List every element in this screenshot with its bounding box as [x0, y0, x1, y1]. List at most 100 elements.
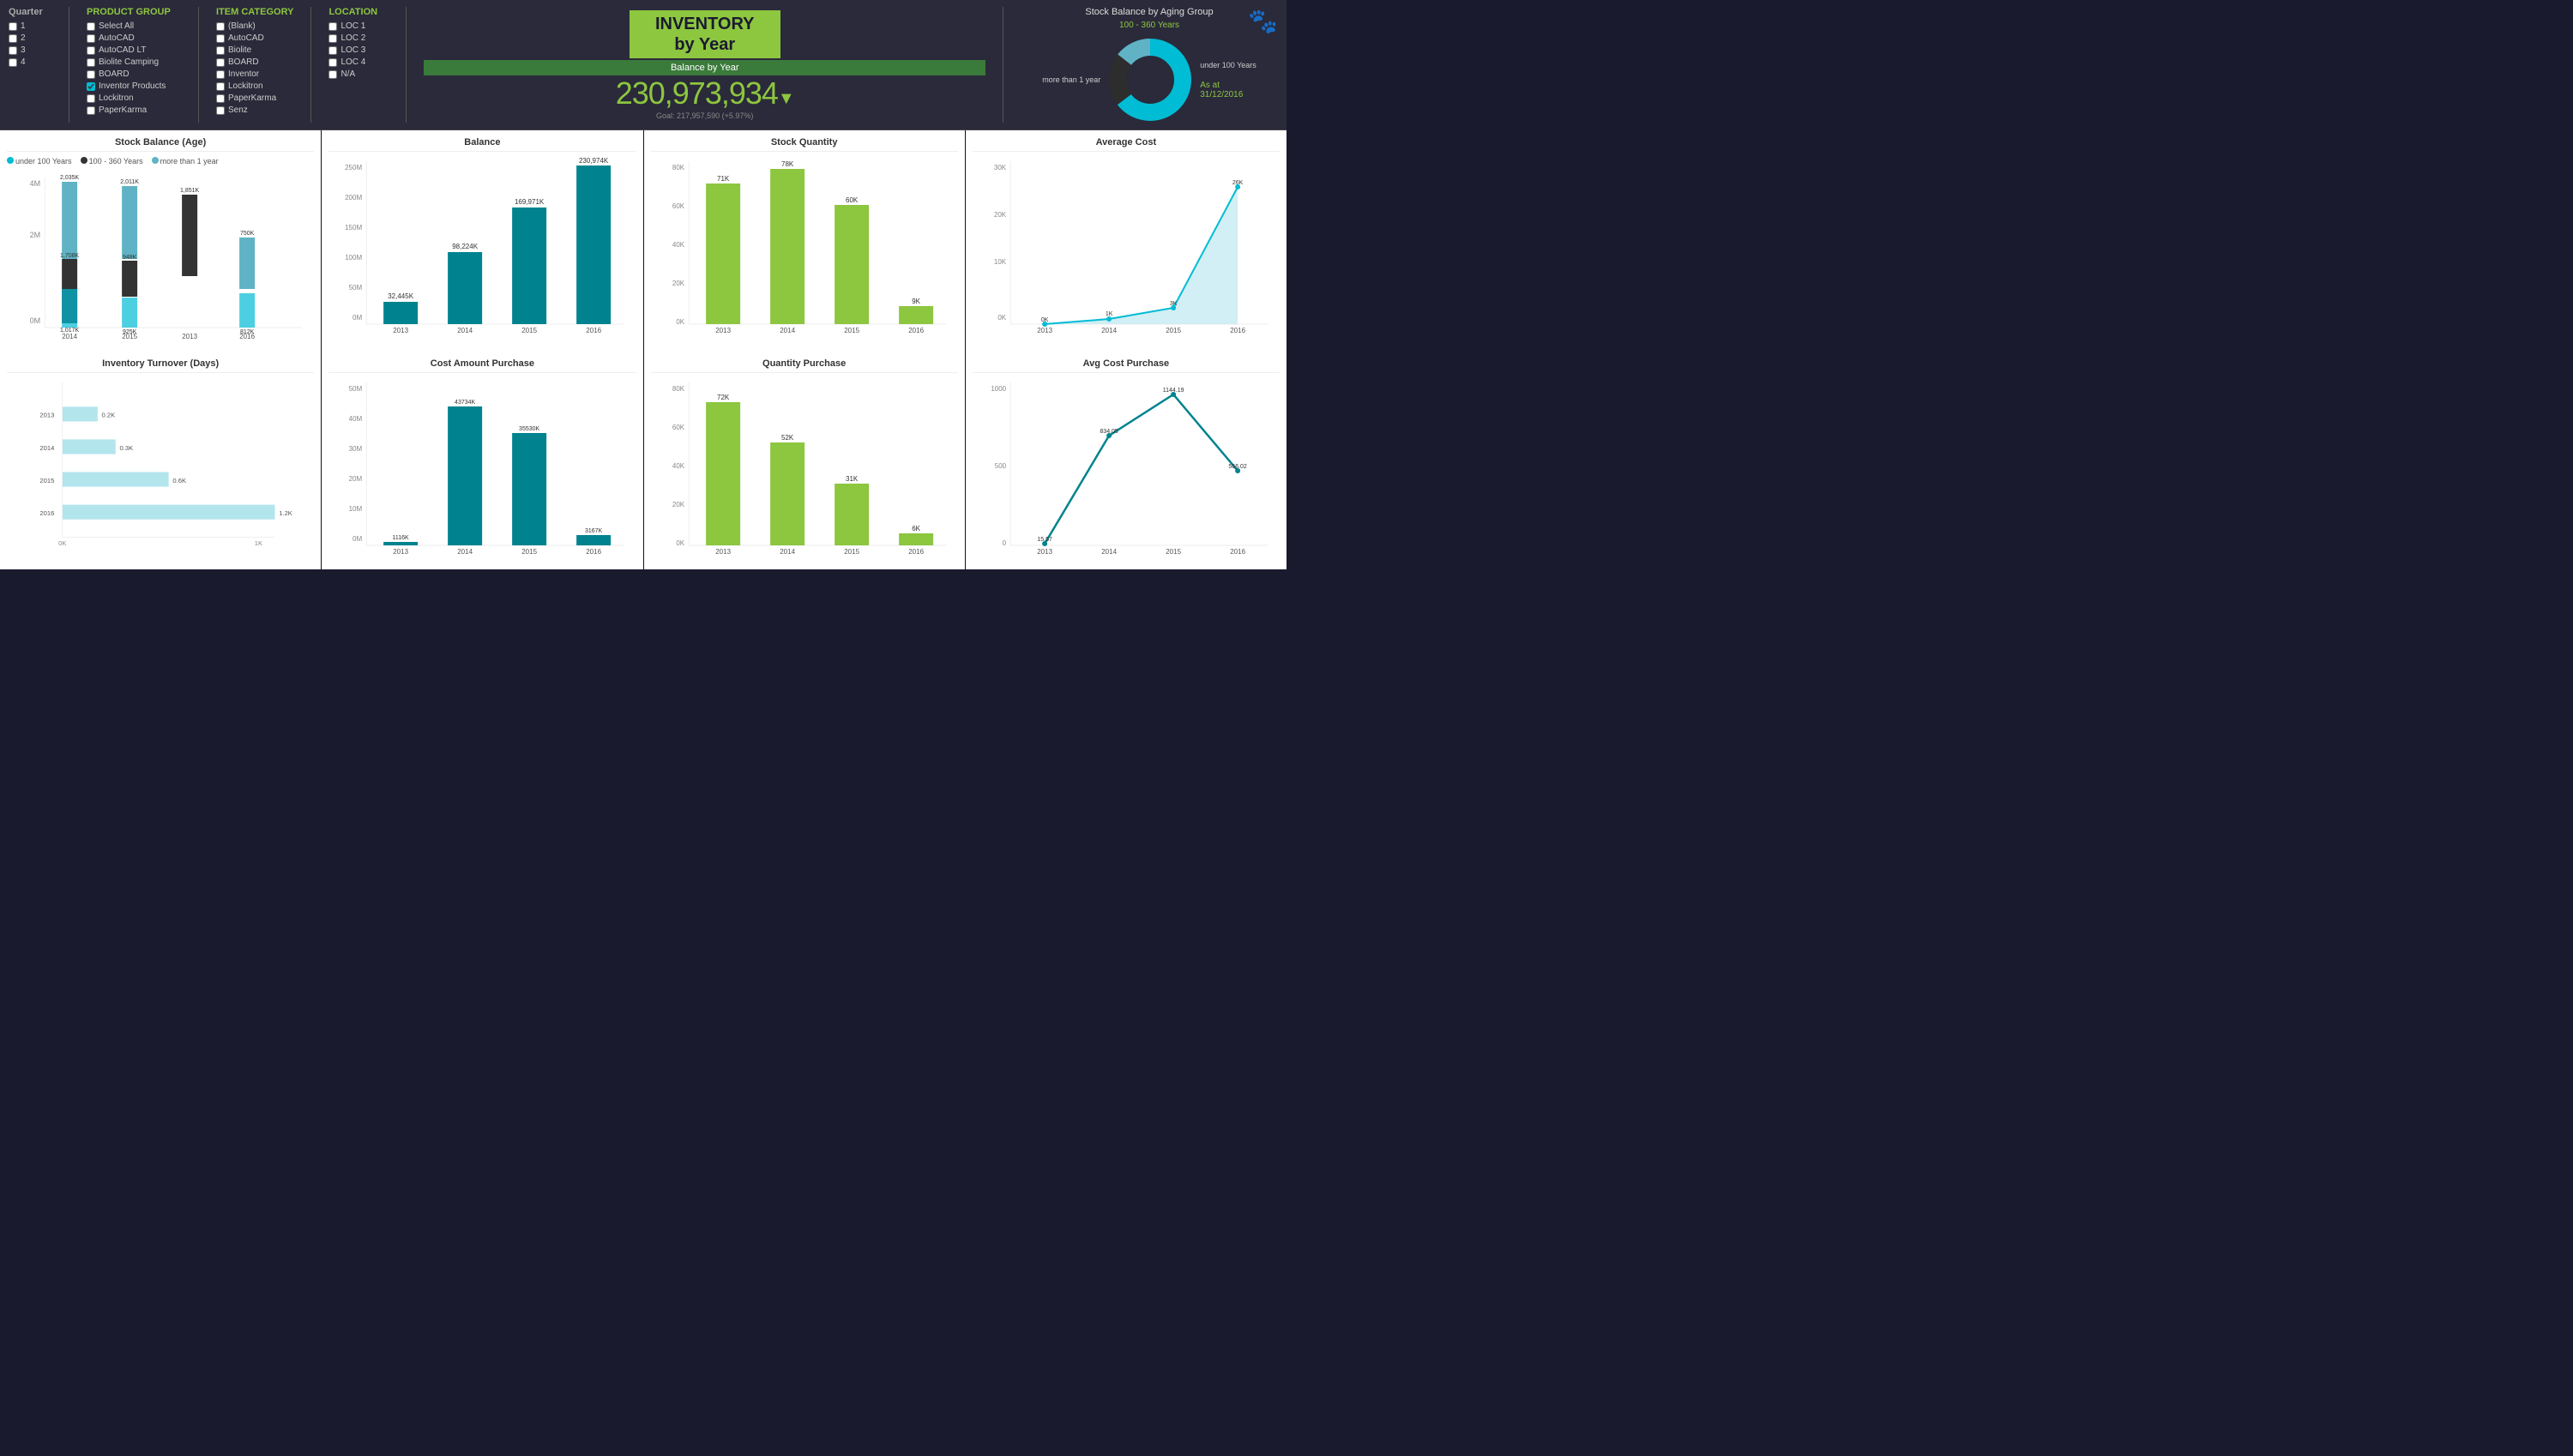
- svg-text:2013: 2013: [715, 548, 731, 556]
- pg-checkbox-paperkarma[interactable]: [87, 106, 95, 115]
- ic-lockitron[interactable]: Lockitron: [216, 81, 293, 91]
- pg-checkbox-inventor[interactable]: [87, 82, 95, 91]
- svg-text:2016: 2016: [1230, 548, 1245, 556]
- loc-1[interactable]: LOC 1: [328, 21, 389, 31]
- svg-text:2016: 2016: [586, 327, 601, 334]
- pg-autocad[interactable]: AutoCAD: [87, 33, 181, 43]
- svg-text:1,708K: 1,708K: [60, 253, 80, 259]
- quarter-item-4[interactable]: 4: [9, 57, 51, 67]
- loc-checkbox-na[interactable]: [328, 70, 337, 79]
- chart-avg-cost-purchase: Avg Cost Purchase 1000 500 0: [966, 352, 1286, 569]
- svg-text:2016: 2016: [908, 327, 924, 334]
- loc-2[interactable]: LOC 2: [328, 33, 389, 43]
- ic-senz[interactable]: Senz: [216, 105, 293, 115]
- svg-text:2015: 2015: [122, 333, 137, 340]
- pg-select-all[interactable]: Select All: [87, 21, 181, 31]
- svg-text:2014: 2014: [457, 327, 473, 334]
- ic-autocad[interactable]: AutoCAD: [216, 33, 293, 43]
- chart-legend-sba: under 100 Years 100 - 360 Years more tha…: [7, 157, 314, 165]
- svg-text:0K: 0K: [1041, 317, 1049, 323]
- quarter-item-3[interactable]: 3: [9, 45, 51, 55]
- ic-blank[interactable]: (Blank): [216, 21, 293, 31]
- chart-balance: Balance 250M 200M 150M 100M 50M 0M 32,44…: [322, 130, 642, 352]
- pg-checkbox-selectall[interactable]: [87, 22, 95, 31]
- ic-inventor[interactable]: Inventor: [216, 69, 293, 79]
- ic-checkbox-board[interactable]: [216, 58, 225, 67]
- svg-balance: 250M 200M 150M 100M 50M 0M 32,445K 2013 …: [328, 157, 636, 337]
- ic-checkbox-biolite[interactable]: [216, 46, 225, 55]
- svg-text:948K: 948K: [123, 255, 137, 261]
- quarter-checkbox-2[interactable]: [9, 34, 17, 43]
- svg-text:2013: 2013: [182, 333, 197, 340]
- svg-text:1K: 1K: [1106, 311, 1113, 317]
- paw-icon: 🐾: [1248, 7, 1278, 35]
- svg-text:750K: 750K: [240, 231, 255, 237]
- pg-paperkarma[interactable]: PaperKarma: [87, 105, 181, 115]
- quarter-item-1[interactable]: 1: [9, 21, 51, 31]
- loc-checkbox-2[interactable]: [328, 34, 337, 43]
- svg-text:50M: 50M: [349, 284, 363, 292]
- pg-checkbox-board[interactable]: [87, 70, 95, 79]
- ic-checkbox-lockitron[interactable]: [216, 82, 225, 91]
- svg-text:3167K: 3167K: [585, 528, 603, 534]
- pg-lockitron[interactable]: Lockitron: [87, 93, 181, 103]
- svg-text:2016: 2016: [908, 548, 924, 556]
- svg-text:2013: 2013: [1037, 327, 1052, 334]
- donut-right-label: under 100 Years: [1200, 61, 1256, 69]
- location-filter: LOCATION LOC 1 LOC 2 LOC 3 LOC 4 N/A: [328, 7, 389, 123]
- svg-text:2015: 2015: [844, 327, 859, 334]
- svg-text:2015: 2015: [39, 477, 54, 484]
- pg-biolite[interactable]: Biolite Camping: [87, 57, 181, 67]
- chart-stock-balance-age: Stock Balance (Age) under 100 Years 100 …: [0, 130, 321, 352]
- loc-4[interactable]: LOC 4: [328, 57, 389, 67]
- loc-checkbox-1[interactable]: [328, 22, 337, 31]
- ic-board[interactable]: BOARD: [216, 57, 293, 67]
- svg-text:0K: 0K: [997, 314, 1006, 322]
- donut-left-label: more than 1 year: [1042, 75, 1100, 84]
- svg-text:20M: 20M: [349, 475, 363, 483]
- svg-text:60K: 60K: [846, 196, 859, 204]
- pg-checkbox-biolite[interactable]: [87, 58, 95, 67]
- pg-autocad-lt[interactable]: AutoCAD LT: [87, 45, 181, 55]
- loc-3[interactable]: LOC 3: [328, 45, 389, 55]
- ic-checkbox-senz[interactable]: [216, 106, 225, 115]
- ic-checkbox-inventor[interactable]: [216, 70, 225, 79]
- svg-text:2016: 2016: [239, 333, 255, 340]
- loc-na[interactable]: N/A: [328, 69, 389, 79]
- svg-text:80K: 80K: [672, 164, 684, 171]
- chart-title-cap: Cost Amount Purchase: [328, 358, 636, 373]
- svg-text:566.02: 566.02: [1228, 464, 1247, 470]
- quarter-checkbox-3[interactable]: [9, 46, 17, 55]
- pg-checkbox-autocad-lt[interactable]: [87, 46, 95, 55]
- pg-board[interactable]: BOARD: [87, 69, 181, 79]
- balance-label: Balance by Year: [424, 60, 985, 75]
- loc-checkbox-3[interactable]: [328, 46, 337, 55]
- svg-text:1116K: 1116K: [393, 535, 410, 541]
- pg-inventor[interactable]: Inventor Products: [87, 81, 181, 91]
- donut-range: 100 - 360 Years: [1119, 21, 1179, 30]
- quarter-checkbox-1[interactable]: [9, 22, 17, 31]
- svg-text:1144.19: 1144.19: [1162, 388, 1184, 394]
- ic-biolite[interactable]: Biolite: [216, 45, 293, 55]
- ic-checkbox-blank[interactable]: [216, 22, 225, 31]
- quarter-item-2[interactable]: 2: [9, 33, 51, 43]
- ic-paperkarma[interactable]: PaperKarma: [216, 93, 293, 103]
- pg-checkbox-lockitron[interactable]: [87, 94, 95, 103]
- chart-title-it: Inventory Turnover (Days): [7, 358, 314, 373]
- chart-title-ac: Average Cost: [973, 137, 1280, 152]
- quarter-checkbox-4[interactable]: [9, 58, 17, 67]
- pg-checkbox-autocad[interactable]: [87, 34, 95, 43]
- kpi-title: INVENTORY by Year: [630, 10, 780, 58]
- svg-text:71K: 71K: [717, 175, 730, 183]
- chart-avg-cost: Average Cost 30K 20K 10K 0K 0K 1K: [966, 130, 1286, 352]
- ic-checkbox-autocad[interactable]: [216, 34, 225, 43]
- top-panel: Quarter 1 2 3 4 PRODUCT GROUP Select All: [0, 0, 1286, 130]
- svg-cap: 50M 40M 30M 20M 10M 0M 1116K 2013 43734K…: [328, 378, 636, 558]
- ic-checkbox-paperkarma[interactable]: [216, 94, 225, 103]
- svg-text:20K: 20K: [672, 280, 684, 287]
- svg-text:35530K: 35530K: [519, 426, 539, 432]
- product-group-title: PRODUCT GROUP: [87, 7, 181, 17]
- svg-text:2014: 2014: [62, 333, 77, 340]
- loc-checkbox-4[interactable]: [328, 58, 337, 67]
- donut-title: Stock Balance by Aging Group: [1085, 7, 1213, 17]
